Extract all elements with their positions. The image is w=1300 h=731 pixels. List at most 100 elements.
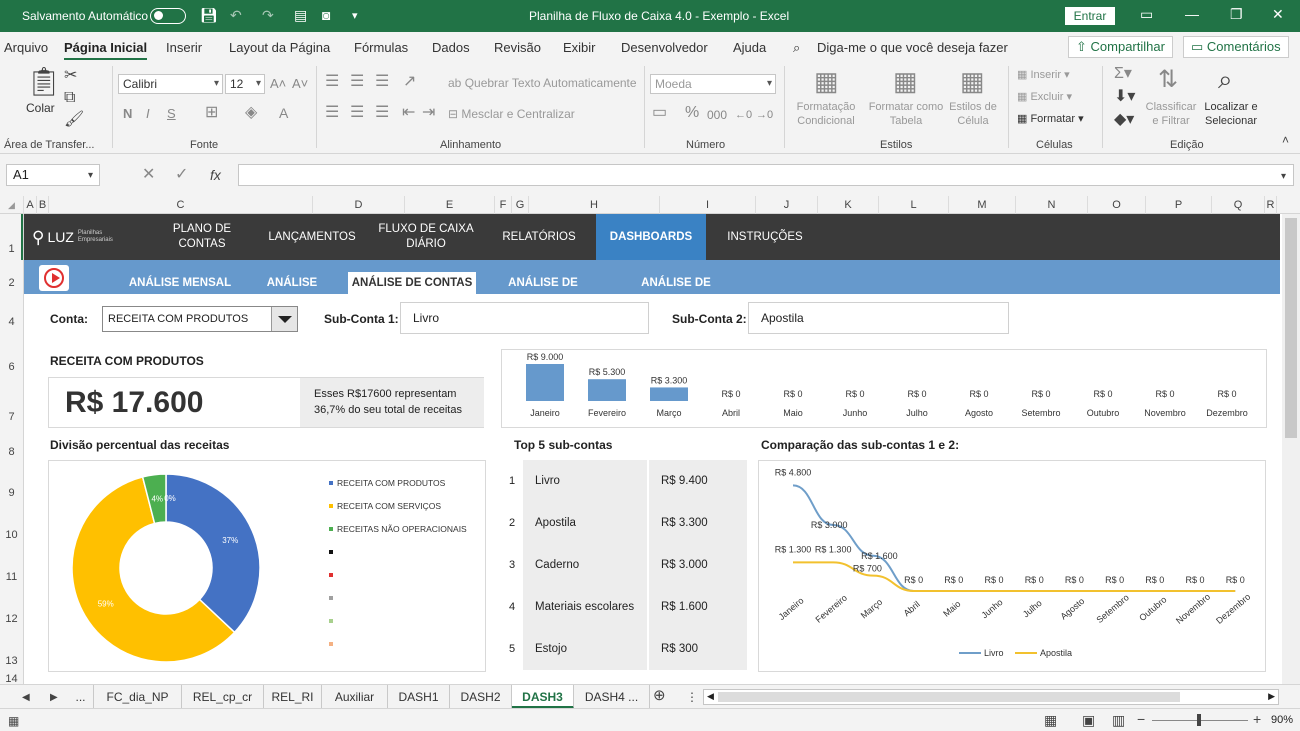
restore-icon[interactable]: ❐ [1230,6,1243,23]
macro-record-icon[interactable]: ▦ [8,713,19,729]
zoom-out-icon[interactable]: − [1137,711,1145,727]
borders-icon[interactable]: ⊞ [205,105,218,121]
number-format-select[interactable]: Moeda [650,74,776,94]
select-all-corner[interactable]: ◢ [0,196,24,214]
delete-cells-button[interactable]: ▦ Excluir ▾ [1017,90,1072,103]
tab-split-icon[interactable]: ⋮ [686,689,698,705]
add-sheet-icon[interactable]: ⊕ [653,688,666,704]
vertical-scroll-thumb[interactable] [1285,218,1297,438]
column-header-q[interactable]: Q [1212,196,1265,214]
increase-decimal-icon[interactable]: ←0 [735,107,752,123]
name-box-dropdown-icon[interactable]: ▾ [88,168,93,184]
format-cells-button[interactable]: ▦ Formatar ▾ [1017,112,1084,125]
subconta1-input[interactable]: Livro [400,302,649,334]
prev-sheet-icon[interactable]: ◀ [22,690,30,706]
sheet-tab-rel-ri[interactable]: REL_RI [264,685,322,709]
column-header-d[interactable]: D [313,196,405,214]
subnav-analise-contas[interactable]: ANÁLISE DE CONTAS [348,272,476,294]
scroll-left-icon[interactable]: ◀ [707,691,714,702]
wrap-text-button[interactable]: ab Quebrar Texto Automaticamente [448,76,637,90]
align-left-icon[interactable]: ☰ [325,105,339,121]
grow-font-icon[interactable]: A˄ [270,76,286,92]
bold-icon[interactable]: N [123,106,132,122]
subnav-analise-despesas[interactable]: ANÁLISE DE DESPESAS [614,272,738,311]
name-box[interactable]: A1 [6,164,100,186]
ribbon-display-icon[interactable]: ▭ [1140,6,1153,23]
sheet-tab-dash4-[interactable]: DASH4 ... [574,685,650,709]
conditional-format-icon[interactable]: ▦ [814,68,839,94]
format-table-button[interactable]: Formatar como Tabela [866,100,946,128]
insert-cells-button[interactable]: ▦ Inserir ▾ [1017,68,1070,81]
sheet-tab-rel-cp-cr[interactable]: REL_cp_cr [182,685,264,709]
column-header-m[interactable]: M [949,196,1016,214]
conditional-format-button[interactable]: Formatação Condicional [790,100,862,128]
subnav-analise-mensal[interactable]: ANÁLISE MENSAL [128,272,232,294]
copy-icon[interactable]: ⧉ [64,90,75,106]
search-icon[interactable]: ⌕ [793,40,800,56]
row-header-2[interactable]: 2 [0,277,23,289]
decrease-indent-icon[interactable]: ⇤ [402,105,415,121]
row-header-6[interactable]: 6 [0,361,23,373]
fill-icon[interactable]: ⬇▾ [1114,89,1135,105]
increase-indent-icon[interactable]: ⇥ [422,105,435,121]
next-sheet-icon[interactable]: ▶ [50,690,58,706]
horizontal-scrollbar[interactable]: ◀ ▶ [703,689,1279,705]
cell-styles-button[interactable]: Estilos de Célula [946,100,1000,128]
close-icon[interactable]: ✕ [1272,6,1284,23]
italic-icon[interactable]: I [146,106,150,122]
formula-input[interactable] [238,164,1294,186]
comma-style-icon[interactable]: 000 [707,107,727,123]
nav-fluxo-caixa[interactable]: FLUXO DE CAIXA DIÁRIO [374,214,478,260]
autosave-toggle[interactable] [150,8,186,24]
tab-arquivo[interactable]: Arquivo [4,40,48,55]
column-header-a[interactable]: A [24,196,37,214]
tab-pagina-inicial[interactable]: Página Inicial [64,40,148,60]
save-icon[interactable]: 💾︎ [200,7,218,24]
share-button[interactable]: ⇧ Compartilhar [1068,36,1173,58]
clear-icon[interactable]: ◆▾ [1114,112,1134,128]
sheet-tab-fc-dia-np[interactable]: FC_dia_NP [94,685,182,709]
zoom-slider-thumb[interactable] [1197,714,1201,726]
sort-filter-button[interactable]: Classificar e Filtrar [1140,100,1202,128]
row-header-4[interactable]: 4 [0,316,23,328]
align-bottom-icon[interactable]: ☰ [375,74,389,90]
camera-icon[interactable]: ◙ [322,7,330,23]
tab-layout[interactable]: Layout da Página [229,40,330,55]
row-header-13[interactable]: 13 [0,655,23,667]
sheet-tab-dash3[interactable]: DASH3 [512,685,574,709]
column-header-b[interactable]: B [37,196,49,214]
conta-select[interactable]: RECEITA COM PRODUTOS [102,306,298,332]
tab-exibir[interactable]: Exibir [563,40,596,55]
cut-icon[interactable]: ✂ [64,68,77,84]
paste-icon[interactable]: 📋︎ [26,68,62,96]
cell-styles-icon[interactable]: ▦ [960,68,985,94]
row-header-10[interactable]: 10 [0,529,23,541]
nav-instrucoes[interactable]: INSTRUÇÕES [718,214,812,260]
tab-inserir[interactable]: Inserir [166,40,202,55]
underline-icon[interactable]: S [167,106,176,122]
row-header-8[interactable]: 8 [0,446,23,458]
column-header-n[interactable]: N [1016,196,1088,214]
format-painter-icon[interactable]: 🖌︎ [64,112,84,128]
percent-icon[interactable]: % [685,105,699,121]
tab-revisao[interactable]: Revisão [494,40,541,55]
row-header-11[interactable]: 11 [0,571,23,583]
row-header-7[interactable]: 7 [0,411,23,423]
cancel-icon[interactable]: ✕ [142,167,155,183]
autosum-icon[interactable]: Σ▾ [1114,66,1132,82]
page-break-view-icon[interactable]: ▥ [1112,712,1125,728]
comments-button[interactable]: ▭ Comentários [1183,36,1289,58]
tab-formulas[interactable]: Fórmulas [354,40,408,55]
merge-center-button[interactable]: ⊟ Mesclar e Centralizar [448,107,575,121]
align-middle-icon[interactable]: ☰ [350,74,364,90]
font-size-select[interactable]: 12 [225,74,265,94]
subnav-analise-receitas[interactable]: ANÁLISE DE RECEITAS [482,272,604,311]
enter-icon[interactable]: ✓ [175,167,188,183]
find-icon[interactable]: ⌕ [1218,66,1233,92]
column-header-p[interactable]: P [1146,196,1212,214]
orientation-icon[interactable]: ↗ [403,74,416,90]
column-header-f[interactable]: F [495,196,512,214]
sheet-tab-dash1[interactable]: DASH1 [388,685,450,709]
column-header-h[interactable]: H [529,196,660,214]
scroll-right-icon[interactable]: ▶ [1268,691,1275,702]
